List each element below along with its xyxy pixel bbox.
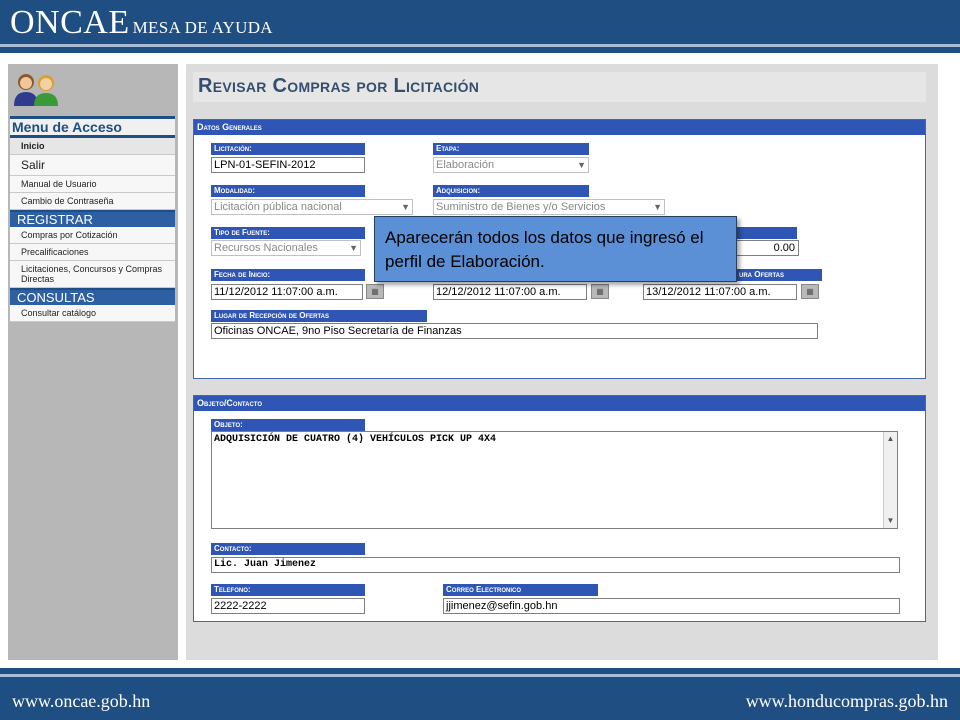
correo-field[interactable]: jjimenez@sefin.gob.hn (443, 598, 900, 614)
footer-link-honducompras[interactable]: www.honducompras.gob.hn (746, 691, 948, 712)
top-banner: ONCAE MESA DE AYUDA (0, 0, 960, 44)
etapa-label: Etapa: (433, 143, 589, 155)
objeto-textarea[interactable]: ADQUISICIÓN DE CUATRO (4) VEHÍCULOS PICK… (211, 431, 898, 529)
objeto-label: Objeto: (211, 419, 365, 431)
monto-label (735, 227, 797, 239)
contacto-label: Contacto: (211, 543, 365, 555)
menu-item-compras-cotizacion[interactable]: Compras por Cotización (10, 227, 175, 244)
tipo-fuente-select[interactable]: Recursos Nacionales ▼ (211, 240, 361, 256)
menu-item-salir[interactable]: Salir (10, 155, 175, 176)
access-menu: Menu de Acceso Inicio Salir Manual de Us… (10, 116, 175, 322)
adquisicion-label: Adquisicion: (433, 185, 589, 197)
contacto-field[interactable]: Lic. Juan Jimenez (211, 557, 900, 573)
licitacion-label: Licitación: (211, 143, 365, 155)
correo-label: Correo Electronico (443, 584, 598, 596)
menu-item-precalificaciones[interactable]: Precalificaciones (10, 244, 175, 261)
menu-item-manual[interactable]: Manual de Usuario (10, 176, 175, 193)
info-callout: Aparecerán todos los datos que ingresó e… (374, 216, 737, 282)
menu-item-cambio-contrasena[interactable]: Cambio de Contraseña (10, 193, 175, 210)
fecha-apertura-field[interactable]: 13/12/2012 11:07:00 a.m. (643, 284, 797, 300)
chevron-down-icon: ▼ (577, 160, 586, 170)
modalidad-select[interactable]: Licitación pública nacional ▼ (211, 199, 413, 215)
menu-item-licitaciones[interactable]: Licitaciones, Concursos y Compras Direct… (10, 261, 175, 288)
menu-section-consultas: CONSULTAS (10, 288, 175, 305)
oncae-logo: ONCAE MESA DE AYUDA (10, 4, 273, 41)
lugar-field[interactable]: Oficinas ONCAE, 9no Piso Secretaría de F… (211, 323, 818, 339)
chevron-down-icon: ▼ (653, 202, 662, 212)
calendar-icon[interactable]: ▦ (591, 284, 609, 299)
telefono-field[interactable]: 2222-2222 (211, 598, 365, 614)
menu-item-consultar-catalogo[interactable]: Consultar catálogo (10, 305, 175, 322)
fecha-inicio-field[interactable]: 11/12/2012 11:07:00 a.m. (211, 284, 363, 300)
fecha-inicio-label: Fecha de Inicio: (211, 269, 365, 281)
fecha-apertura-label: ura Ofertas (736, 269, 822, 281)
footer-link-oncae[interactable]: www.oncae.gob.hn (12, 691, 150, 712)
fecha-intermedia-field[interactable]: 12/12/2012 11:07:00 a.m. (433, 284, 587, 300)
telefono-label: Telefono: (211, 584, 365, 596)
menu-title: Menu de Acceso (10, 116, 175, 138)
menu-section-registrar: REGISTRAR (10, 210, 175, 227)
tipo-fuente-label: Tipo de Fuente: (211, 227, 365, 239)
scroll-down-icon[interactable]: ▼ (884, 514, 897, 528)
adquisicion-select[interactable]: Suministro de Bienes y/o Servicios ▼ (433, 199, 665, 215)
chevron-down-icon: ▼ (349, 243, 358, 253)
page-title: Revisar Compras por Licitación (198, 75, 480, 97)
banner-subtitle: MESA DE AYUDA (132, 18, 273, 37)
menu-item-inicio[interactable]: Inicio (10, 138, 175, 155)
scroll-up-icon[interactable]: ▲ (884, 432, 897, 446)
licitacion-field[interactable]: LPN-01-SEFIN-2012 (211, 157, 365, 173)
chevron-down-icon: ▼ (401, 202, 410, 212)
objeto-text: ADQUISICIÓN DE CUATRO (4) VEHÍCULOS PICK… (214, 434, 497, 445)
lugar-label: Lugar de Recepción de Ofertas (211, 310, 427, 322)
scrollbar[interactable]: ▲ ▼ (883, 432, 897, 528)
users-icon (14, 74, 58, 106)
objeto-contacto-header: Objeto/Contacto (194, 396, 925, 411)
monto-field[interactable]: 0.00 (735, 240, 799, 256)
calendar-icon[interactable]: ▦ (366, 284, 384, 299)
datos-generales-header: Datos Generales (194, 120, 925, 135)
footer-banner: www.oncae.gob.hn www.honducompras.gob.hn (0, 677, 960, 720)
etapa-select[interactable]: Elaboración ▼ (433, 157, 589, 173)
modalidad-label: Modalidad: (211, 185, 365, 197)
calendar-icon[interactable]: ▦ (801, 284, 819, 299)
banner-stripe-dark (0, 47, 960, 53)
